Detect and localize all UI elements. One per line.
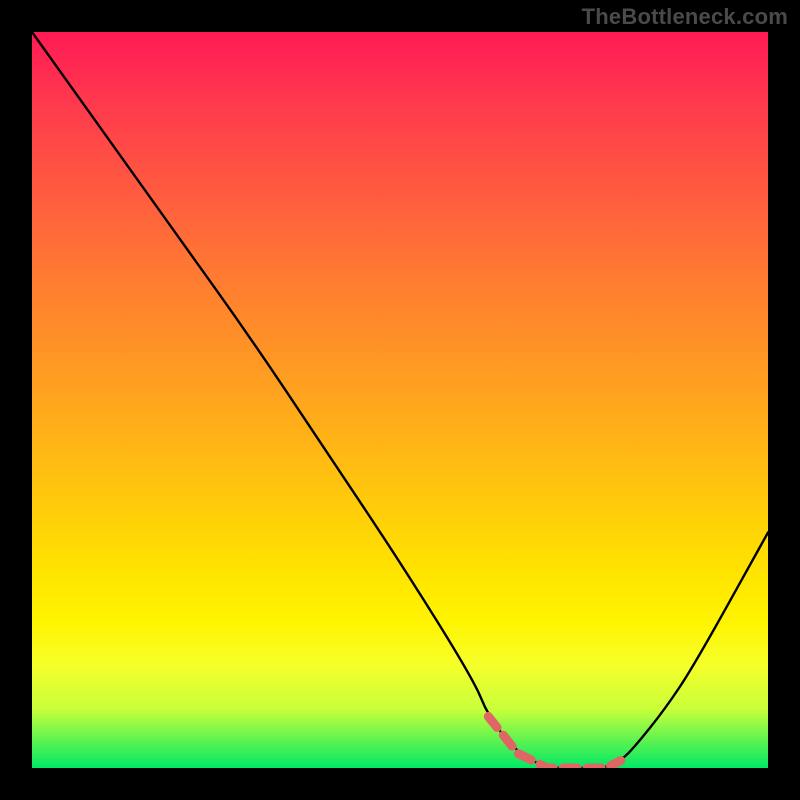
chart-plot-area bbox=[32, 32, 768, 768]
chart-frame: TheBottleneck.com bbox=[0, 0, 800, 800]
optimal-band bbox=[488, 717, 621, 769]
watermark-text: TheBottleneck.com bbox=[582, 4, 788, 30]
curve-layer bbox=[32, 32, 768, 768]
bottleneck-curve bbox=[32, 32, 768, 768]
